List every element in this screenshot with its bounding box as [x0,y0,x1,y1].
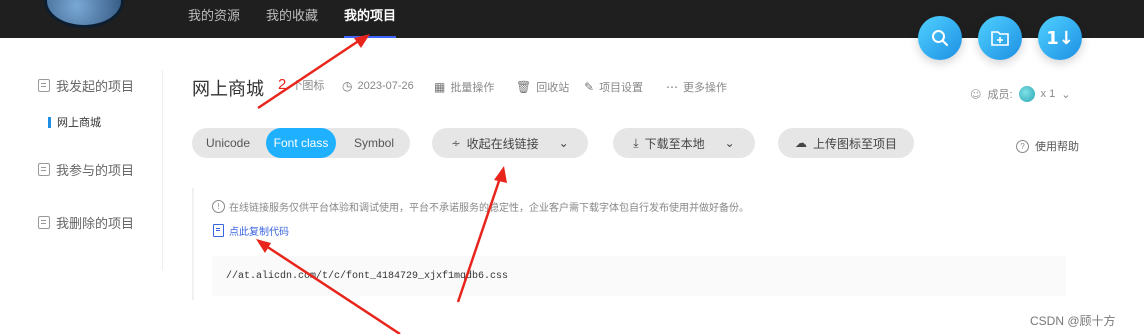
document-delete-icon [38,216,50,229]
more-icon: ⋯ [666,80,678,94]
sidebar-item-label: 我发起的项目 [56,79,135,94]
more-label: 更多操作 [683,82,727,94]
batch-operation[interactable]: ▦ 批量操作 [434,79,494,95]
service-notice: ! 在线链接服务仅供平台体验和调试使用，平台不承诺服务的稳定性，企业客户需下载字… [212,199,749,214]
member-avatar [1018,86,1035,102]
nav-my-favorites[interactable]: 我的收藏 [266,0,318,38]
add-project-button[interactable] [978,16,1022,60]
icon-count-label: 个图标 [291,79,325,92]
eye-closed-icon: ∻ [451,136,461,150]
search-icon [932,30,948,46]
sort-button[interactable]: 1↓ [1038,16,1082,60]
top-navigation-bar: 我的资源 我的收藏 我的项目 [0,0,1144,38]
sidebar-item-my-deleted[interactable]: 我删除的项目 [38,213,134,232]
sidebar-item-label: 我参与的项目 [56,163,135,178]
chevron-down-icon: ⌄ [558,136,569,150]
watermark: CSDN @顾十方 [1030,314,1116,328]
recycle-bin[interactable]: 🗑 回收站 [516,79,569,95]
nav-my-resources[interactable]: 我的资源 [188,0,240,38]
search-button[interactable] [918,16,962,60]
upload-icons-button[interactable]: ☁ 上传图标至项目 [778,128,914,158]
pencil-icon: ✎ [584,80,595,94]
copy-code-label: 点此复制代码 [229,227,289,238]
sidebar-item-label: 网上商城 [57,117,101,129]
settings-label: 项目设置 [599,82,644,94]
chevron-down-icon: ⌄ [1061,88,1071,101]
copy-code-link[interactable]: 点此复制代码 [213,223,289,238]
download-button[interactable]: ⤓ 下载至本地 ⌄ [613,128,755,158]
page-title: 网上商城 [192,79,264,99]
icon-count-number: 2 [278,76,287,93]
info-icon: ! [212,200,225,213]
batch-label: 批量操作 [450,82,495,94]
copy-icon [213,224,224,237]
sidebar-item-my-joined[interactable]: 我参与的项目 [38,160,134,179]
members-count: x 1 [1040,88,1056,100]
active-indicator [48,116,51,128]
upload-cloud-icon: ☁ [794,136,807,150]
trash-icon: 🗑 [516,80,532,94]
recycle-label: 回收站 [536,82,570,94]
format-tabs: Unicode Font class Symbol [192,128,410,158]
more-operations[interactable]: ⋯ 更多操作 [666,79,727,95]
sidebar-item-label: 我删除的项目 [56,216,135,231]
sort-icon: 1↓ [1046,27,1074,49]
tab-unicode[interactable]: Unicode [192,128,264,158]
sidebar-item-online-store[interactable]: 网上商城 [48,114,101,130]
collapse-online-link-button[interactable]: ∻ 收起在线链接 ⌄ [432,128,588,158]
collapse-link-label: 收起在线链接 [466,136,539,151]
download-label: 下载至本地 [644,136,705,151]
annotation-arrowhead [494,166,507,183]
project-settings[interactable]: ✎ 项目设置 [584,79,643,95]
created-date: ◷ 2023-07-26 [342,79,414,93]
help-link[interactable]: ? 使用帮助 [1016,138,1079,154]
members-label: 成员: [987,89,1013,101]
grid-icon: ▦ [434,80,446,94]
avatar[interactable] [44,0,124,28]
members[interactable]: ☺ 成员: x 1 ⌄ [970,86,1070,102]
sidebar-item-my-created[interactable]: 我发起的项目 [38,76,134,95]
icon-count: 2 个图标 [278,76,324,93]
top-nav: 我的资源 我的收藏 我的项目 [188,0,397,38]
css-link-code[interactable]: //at.alicdn.com/t/c/font_4184729_xjxf1mq… [226,271,508,282]
notice-text: 在线链接服务仅供平台体验和调试使用，平台不承诺服务的稳定性，企业客户需下载字体包… [229,203,749,214]
help-label: 使用帮助 [1035,141,1079,153]
clock-icon: ◷ [342,79,353,93]
sidebar-divider [162,70,163,270]
help-icon: ? [1016,139,1029,153]
date-text: 2023-07-26 [357,80,414,92]
tab-symbol[interactable]: Symbol [338,128,410,158]
annotation-arrow [257,38,361,110]
folder-plus-icon [991,31,1009,46]
document-search-icon [38,163,50,176]
upload-label: 上传图标至项目 [812,136,897,151]
chevron-down-icon: ⌄ [724,136,735,150]
download-icon: ⤓ [633,135,639,150]
document-icon [38,79,50,92]
tab-font-class[interactable]: Font class [266,128,336,158]
nav-my-projects[interactable]: 我的项目 [344,0,397,38]
members-icon: ☺ [970,87,982,101]
